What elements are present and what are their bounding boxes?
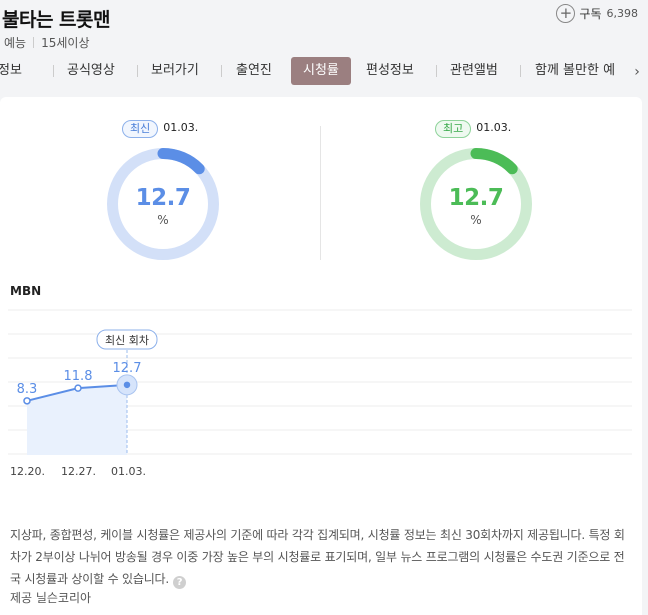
channel-label: MBN <box>10 284 42 298</box>
tab-watch[interactable]: 보러가기 <box>139 57 211 85</box>
tab-divider <box>137 65 138 77</box>
x-tick-label: 12.20. <box>10 465 45 478</box>
chevron-right-icon[interactable]: › <box>626 59 648 85</box>
highest-badge: 최고 <box>435 120 472 138</box>
latest-rating-unit: % <box>157 213 169 227</box>
data-provider: 제공 닐슨코리아 <box>10 591 92 605</box>
program-meta: 예능 15세이상 <box>4 34 89 51</box>
program-title[interactable]: 불타는 트롯맨 <box>2 5 111 32</box>
highest-gauge: 최고 01.03. 12.7 % <box>411 117 541 267</box>
latest-date: 01.03. <box>163 121 199 134</box>
tab-divider <box>221 65 222 77</box>
tab-divider <box>436 65 437 77</box>
subscribe-button[interactable]: + 구독 6,398 <box>556 4 638 23</box>
tab-related-albums[interactable]: 관련앨범 <box>438 57 510 85</box>
latest-rating-value: 12.7 <box>135 185 191 211</box>
x-tick-label: 01.03. <box>111 465 146 478</box>
tab-official-videos[interactable]: 공식영상 <box>55 57 127 85</box>
data-point[interactable] <box>23 397 31 405</box>
ratings-notice: 지상파, 종합편성, 케이블 시청률은 제공사의 기준에 따라 각각 집계되며,… <box>10 524 632 590</box>
subscribe-label: 구독 <box>579 7 602 21</box>
data-point[interactable] <box>74 384 82 392</box>
highest-date: 01.03. <box>476 121 512 134</box>
tab-divider <box>53 65 54 77</box>
highest-rating-value: 12.7 <box>448 185 504 211</box>
tab-info[interactable]: 정보 <box>0 57 34 85</box>
highest-rating-unit: % <box>470 213 482 227</box>
data-point[interactable] <box>123 381 131 389</box>
question-icon[interactable]: ? <box>173 576 186 589</box>
latest-badge: 최신 <box>122 120 159 138</box>
notice-text: 지상파, 종합편성, 케이블 시청률은 제공사의 기준에 따라 각각 집계되며,… <box>10 528 625 586</box>
tab-bar: 정보 공식영상 보러가기 출연진 시청률 편성정보 관련앨범 함께 볼만한 예 … <box>0 57 648 87</box>
x-tick-label: 12.27. <box>61 465 96 478</box>
tab-ratings[interactable]: 시청률 <box>291 57 351 85</box>
gauge-divider <box>320 126 321 260</box>
tab-recommendations[interactable]: 함께 볼만한 예 <box>523 57 627 85</box>
subscriber-count: 6,398 <box>606 7 639 20</box>
latest-episode-annotation: 최신 회차 <box>96 329 158 350</box>
ratings-line-chart: 8.3 11.8 12.7 최신 회차 <box>8 309 632 455</box>
tab-divider <box>520 65 521 77</box>
plus-icon: + <box>556 4 576 23</box>
data-label: 11.8 <box>64 369 93 384</box>
program-header: 불타는 트롯맨 예능 15세이상 + 구독 6,398 <box>0 0 648 54</box>
age-rating-label: 15세이상 <box>41 36 90 50</box>
chart-area-fill <box>27 384 127 455</box>
latest-episode-label: 최신 회차 <box>105 334 149 347</box>
tab-cast[interactable]: 출연진 <box>224 57 284 85</box>
genre-label: 예능 <box>4 36 27 50</box>
latest-gauge: 최신 01.03. 12.7 % <box>98 117 228 267</box>
data-label: 8.3 <box>17 382 38 397</box>
data-label: 12.7 <box>113 361 142 376</box>
tab-schedule[interactable]: 편성정보 <box>354 57 426 85</box>
meta-divider <box>33 37 35 48</box>
